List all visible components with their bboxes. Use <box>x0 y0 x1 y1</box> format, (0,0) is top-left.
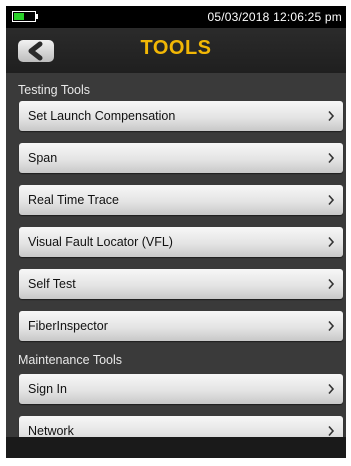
chevron-right-icon <box>328 110 335 122</box>
menu-item-visual-fault-locator[interactable]: Visual Fault Locator (VFL) <box>19 227 343 257</box>
section-label-testing-tools: Testing Tools <box>18 83 91 97</box>
status-bar: 05/03/2018 12:06:25 pm <box>6 6 346 28</box>
chevron-right-icon <box>328 383 335 395</box>
battery-level-fill <box>14 13 24 20</box>
battery-tip <box>36 14 38 19</box>
chevron-right-icon <box>328 320 335 332</box>
menu-item-label: Network <box>28 424 74 438</box>
menu-item-label: Sign In <box>28 382 67 396</box>
section-label-maintenance-tools: Maintenance Tools <box>18 353 123 367</box>
page-title: TOOLS <box>140 37 212 59</box>
status-datetime: 05/03/2018 12:06:25 pm <box>207 10 342 24</box>
device-screen: 05/03/2018 12:06:25 pm TOOLS Testing Too… <box>6 6 346 458</box>
menu-item-label: Visual Fault Locator (VFL) <box>28 235 173 249</box>
chevron-right-icon <box>328 278 335 290</box>
header-bar: TOOLS <box>6 28 346 73</box>
chevron-right-icon <box>328 194 335 206</box>
menu-item-span[interactable]: Span <box>19 143 343 173</box>
menu-item-label: Set Launch Compensation <box>28 109 176 123</box>
bottom-bar <box>6 437 346 458</box>
menu-item-fiberinspector[interactable]: FiberInspector <box>19 311 343 341</box>
menu-item-label: Span <box>28 151 58 165</box>
battery-icon <box>12 11 36 22</box>
chevron-right-icon <box>328 236 335 248</box>
menu-item-sign-in[interactable]: Sign In <box>19 374 343 404</box>
chevron-right-icon <box>328 425 335 437</box>
menu-item-label: FiberInspector <box>28 319 108 333</box>
menu-item-label: Self Test <box>28 277 76 291</box>
chevron-right-icon <box>328 152 335 164</box>
menu-item-self-test[interactable]: Self Test <box>19 269 343 299</box>
menu-item-label: Real Time Trace <box>28 193 120 207</box>
menu-item-set-launch-compensation[interactable]: Set Launch Compensation <box>19 101 343 131</box>
menu-item-real-time-trace[interactable]: Real Time Trace <box>19 185 343 215</box>
